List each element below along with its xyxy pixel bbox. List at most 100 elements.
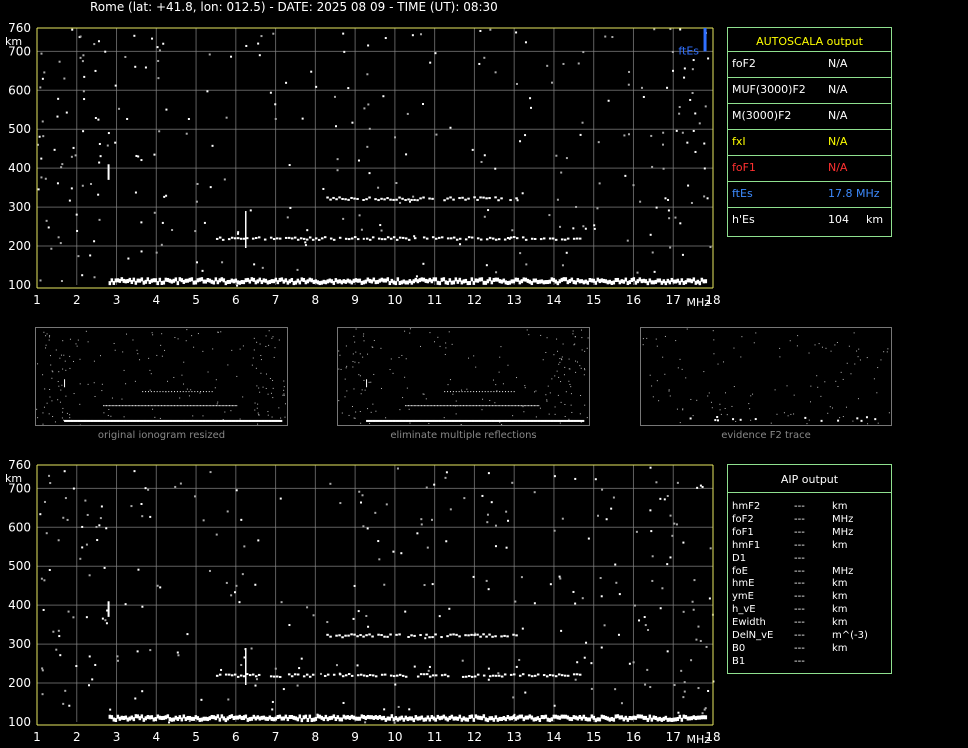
thumb-noise <box>433 341 435 343</box>
noise-dot <box>495 271 498 274</box>
trace-point <box>344 198 347 201</box>
noise-dot <box>221 261 224 264</box>
thumb-trace <box>185 391 187 393</box>
trace-point <box>572 237 576 240</box>
noise-dot <box>83 75 86 78</box>
noise-dot <box>377 540 380 543</box>
thumb-noise <box>271 416 273 418</box>
noise-dot <box>98 142 101 145</box>
trace-point <box>476 633 479 636</box>
thumb-noise <box>188 395 190 397</box>
thumb-noise <box>258 413 260 415</box>
thumb-noise <box>63 354 65 356</box>
thumb-noise <box>360 422 362 424</box>
thumb-noise <box>191 335 193 337</box>
autoscala-row-value: N/A <box>828 57 848 70</box>
thumb-trace <box>120 405 122 407</box>
thumb-noise <box>425 398 427 400</box>
noise-dot <box>553 529 556 532</box>
trace-point <box>344 237 348 240</box>
trace-point <box>287 673 291 676</box>
noise-dot <box>593 227 596 230</box>
thumb-noise <box>385 417 387 419</box>
noise-dot <box>40 176 43 179</box>
noise-dot <box>336 158 339 161</box>
trace-point <box>269 236 273 239</box>
thumb-trace <box>110 405 112 407</box>
noise-dot <box>158 130 161 133</box>
trace-point <box>494 635 497 638</box>
thumb-noise <box>42 374 44 376</box>
noise-dot <box>360 228 363 231</box>
x-tick-label: 1 <box>33 293 41 307</box>
thumb-trace <box>487 405 489 407</box>
noise-dot <box>58 635 61 638</box>
trace-point <box>413 634 416 637</box>
ionogram-aip-chart: 1 2 3 4 5 6 7 8 9 10 11 12 13 14 15 16 17 181002003004005… <box>5 458 720 746</box>
noise-dot <box>141 605 144 608</box>
trace-point <box>422 236 426 239</box>
noise-dot <box>382 95 385 98</box>
thumb-noise <box>148 357 150 359</box>
trace-point <box>578 237 582 240</box>
thumb-noise <box>524 385 526 387</box>
thumb-trace <box>171 391 173 393</box>
noise-dot <box>135 154 138 157</box>
noise-dot <box>211 144 214 147</box>
thumb-noise <box>58 385 60 387</box>
trace-point <box>368 633 371 636</box>
trace-point <box>278 675 282 678</box>
aip-row-label: foF1 <box>732 526 754 538</box>
thumb-noise <box>545 394 547 396</box>
thumb-noise <box>202 415 204 417</box>
noise-dot <box>64 689 67 692</box>
thumb-trace <box>111 405 113 407</box>
trace-point <box>470 633 473 636</box>
noise-dot <box>682 610 685 613</box>
noise-dot <box>490 501 493 504</box>
noise-dot <box>288 624 291 627</box>
thumb-noise <box>61 384 63 386</box>
aip-row-ewidth: Ewidth --- km <box>728 617 891 630</box>
thumb-noise <box>677 367 679 369</box>
x-axis-label: MHz <box>686 733 710 746</box>
noise-dot <box>362 237 365 240</box>
noise-dot <box>274 117 277 120</box>
noise-dot <box>487 667 490 670</box>
noise-dot <box>614 688 617 691</box>
noise-dot <box>116 659 119 662</box>
noise-dot <box>623 134 626 137</box>
thumb-trace <box>215 405 217 407</box>
thumb-noise <box>848 345 850 347</box>
thumb-noise <box>842 416 844 418</box>
thumb-noise <box>568 358 570 360</box>
noise-dot <box>257 539 260 542</box>
noise-dot <box>174 485 177 488</box>
noise-dot <box>81 525 84 528</box>
thumb-noise <box>62 368 64 370</box>
trace-point <box>251 673 255 676</box>
thumb-trace <box>490 391 492 393</box>
thumb-noise <box>830 350 832 352</box>
thumb-noise <box>103 412 105 414</box>
noise-dot <box>72 146 75 149</box>
thumb-trace <box>470 405 472 407</box>
thumb-noise <box>344 396 346 398</box>
thumb-noise <box>887 348 889 350</box>
thumb-trace <box>185 405 187 407</box>
noise-dot <box>708 597 711 600</box>
thumb-noise <box>840 371 842 373</box>
aip-row-label: B1 <box>732 655 746 667</box>
thumb-trace <box>194 405 196 407</box>
noise-dot <box>505 510 508 513</box>
thumb-trace <box>116 405 118 407</box>
noise-dot <box>59 654 62 657</box>
trace-point <box>254 675 258 678</box>
thumb-noise <box>272 379 274 381</box>
thumb-noise <box>796 345 798 347</box>
noise-dot <box>60 166 63 169</box>
thumb-trace <box>421 405 423 407</box>
thumb-noise <box>353 335 355 337</box>
thumb-noise <box>55 349 57 351</box>
thumb-noise <box>215 379 217 381</box>
